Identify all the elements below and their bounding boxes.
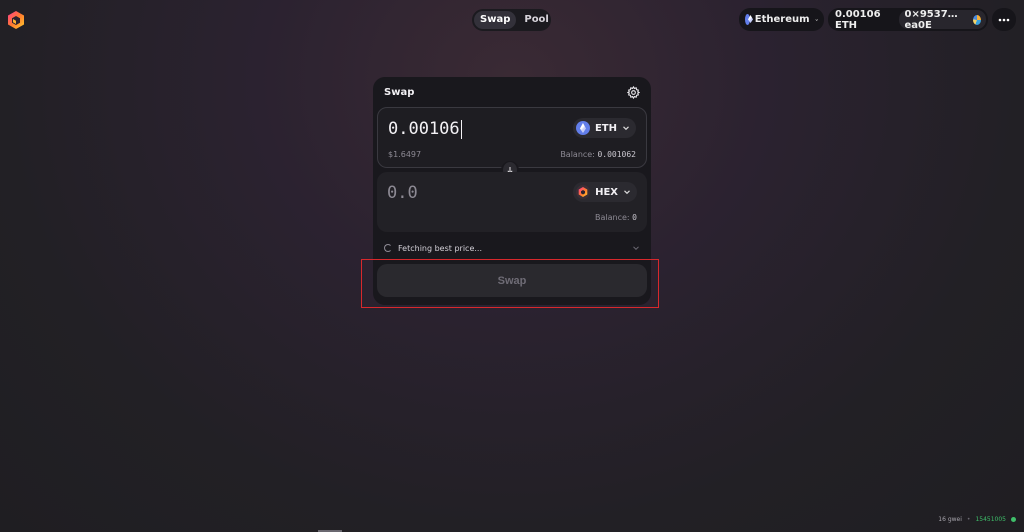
footer-separator: • (966, 516, 971, 523)
wallet-balance: 0.00106 ETH (835, 8, 881, 31)
to-balance: Balance: 0 (595, 213, 637, 222)
from-token-selector[interactable]: ETH (572, 118, 636, 138)
from-balance-value[interactable]: 0.001062 (597, 150, 636, 159)
more-options-button[interactable] (992, 8, 1016, 31)
price-status-row[interactable]: Fetching best price... (384, 242, 640, 254)
from-token-symbol: ETH (594, 122, 617, 134)
from-amount-input[interactable]: 0.00106 (388, 119, 462, 139)
chevron-down-icon[interactable] (632, 244, 640, 252)
from-usd-value: $1.6497 (388, 150, 422, 159)
text-caret (460, 119, 462, 139)
swap-card-title: Swap (384, 87, 415, 98)
network-status-footer: 16 gwei • 15451005 (938, 516, 1016, 523)
chevron-down-icon (814, 18, 818, 21)
chevron-down-icon (623, 126, 629, 131)
main-nav-tabs: Swap Pool (472, 9, 551, 31)
swap-from-panel: 0.00106 ETH $1.6497 Balance: 0.001062 (377, 107, 647, 168)
ethereum-icon (745, 14, 750, 25)
to-token-selector[interactable]: HEX (573, 182, 637, 202)
tab-swap[interactable]: Swap (474, 11, 517, 29)
wallet-address-text: 0×9537…ea0E (904, 8, 958, 31)
tab-pool[interactable]: Pool (518, 11, 555, 29)
hex-token-icon (576, 185, 591, 199)
wallet-avatar-icon (972, 14, 981, 25)
to-balance-value: 0 (632, 213, 637, 222)
eth-token-icon (575, 121, 590, 135)
network-selector[interactable]: Ethereum (739, 8, 824, 31)
gas-price: 16 gwei (938, 516, 962, 523)
loading-spinner-icon (384, 244, 392, 252)
live-indicator-icon (1011, 517, 1016, 522)
chevron-down-icon (624, 190, 630, 195)
wallet-button[interactable]: 0.00106 ETH 0×9537…ea0E (828, 8, 988, 31)
wallet-address[interactable]: 0×9537…ea0E (898, 8, 986, 31)
app-logo-icon[interactable] (6, 10, 26, 30)
more-dots-icon (998, 18, 1010, 21)
from-balance: Balance: 0.001062 (560, 150, 636, 159)
swap-to-panel: 0.0 HEX Balance: 0 (377, 172, 647, 232)
from-balance-label: Balance: (560, 150, 595, 159)
price-status-text: Fetching best price... (398, 243, 482, 253)
network-label: Ethereum (754, 14, 810, 25)
block-number[interactable]: 15451005 (975, 516, 1006, 523)
to-token-symbol: HEX (595, 186, 618, 198)
highlight-annotation (361, 259, 659, 308)
to-balance-label: Balance: (595, 213, 630, 222)
from-amount-value: 0.00106 (388, 119, 460, 139)
gear-icon[interactable] (627, 86, 640, 99)
to-amount-input[interactable]: 0.0 (387, 183, 418, 203)
